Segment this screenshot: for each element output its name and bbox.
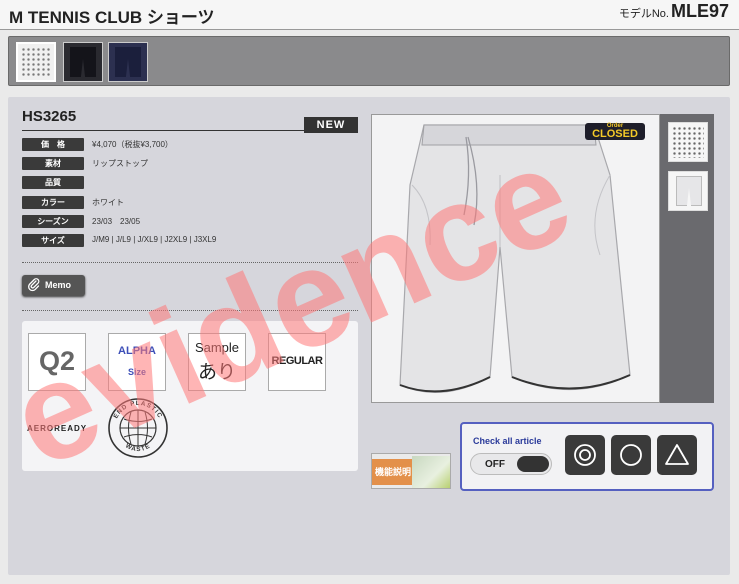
shorts-icon — [676, 176, 702, 206]
end-plastic-waste-icon: END PLASTIC WASTE — [107, 397, 169, 459]
model-number-value: MLE97 — [670, 1, 729, 21]
function-description-button[interactable]: 機能説明 — [371, 453, 451, 489]
closed-label: CLOSED — [592, 128, 638, 140]
shorts-image — [399, 124, 631, 393]
spec-label: カラー — [22, 196, 84, 209]
spec-value: リップストップ — [92, 159, 148, 168]
toggle-state: OFF — [485, 459, 505, 470]
check-all-article-panel: Check all article OFF — [460, 422, 714, 491]
circle-icon — [620, 444, 642, 466]
aeroready-logo: AEROREADY — [27, 424, 88, 433]
white-dots-swatch[interactable] — [16, 42, 56, 82]
dots-pattern-icon — [21, 47, 51, 77]
regular-label: REGULAR — [271, 355, 323, 367]
order-closed-badge: Order CLOSED — [585, 123, 645, 140]
page-title: M TENNIS CLUB ショーツ — [9, 8, 215, 27]
circle-button[interactable] — [611, 435, 651, 475]
paperclip-icon — [28, 278, 40, 295]
spec-value: 23/03 23/05 — [92, 217, 141, 226]
memo-button[interactable]: Memo — [22, 275, 85, 296]
size-label: Size — [127, 367, 146, 377]
shorts-icon — [115, 47, 141, 77]
model-label: モデルNo. — [618, 8, 669, 20]
q2-label: Q2 — [38, 346, 76, 376]
thumbnail-shorts[interactable] — [668, 171, 708, 211]
triangle-button[interactable] — [657, 435, 697, 475]
product-code: HS3265 — [22, 108, 77, 125]
spec-value: J/M9 | J/L9 | J/XL9 | J2XL9 | J3XL9 — [92, 235, 217, 244]
available-label: あり — [197, 362, 236, 383]
divider — [22, 262, 358, 263]
regular-fit-icon: REGULAR — [268, 333, 326, 391]
spec-value: ¥4,070（税抜¥3,700） — [92, 140, 173, 149]
black-swatch[interactable] — [63, 42, 103, 82]
thumbnail-pattern[interactable] — [668, 122, 708, 162]
title-bar: M TENNIS CLUB ショーツ モデルNo. MLE97 — [0, 0, 739, 30]
spec-label: 素材 — [22, 157, 84, 170]
navy-swatch[interactable] — [108, 42, 148, 82]
model-number: モデルNo. MLE97 — [619, 1, 729, 22]
function-label: 機能説明 — [372, 459, 414, 485]
double-circle-button[interactable] — [565, 435, 605, 475]
new-badge: NEW — [304, 117, 358, 133]
check-all-toggle[interactable]: OFF — [470, 453, 552, 475]
sample-available-icon: Sample あり — [188, 333, 246, 391]
q2-icon: Q2 — [28, 333, 86, 391]
divider — [22, 310, 358, 311]
alpha-label: ALPHA — [118, 345, 156, 357]
alpha-size-icon: ALPHA Size — [108, 333, 166, 391]
double-circle-icon — [574, 444, 596, 466]
product-image[interactable] — [371, 114, 660, 403]
spec-value: ホワイト — [92, 198, 124, 207]
memo-label: Memo — [45, 280, 72, 290]
toggle-knob — [517, 456, 549, 472]
spec-label: 価 格 — [22, 138, 84, 151]
sample-label: Sample — [194, 340, 240, 355]
shorts-icon — [70, 47, 96, 77]
function-thumbnail — [412, 456, 450, 488]
spec-label: 品質 — [22, 176, 84, 189]
spec-label: サイズ — [22, 234, 84, 247]
triangle-icon — [665, 444, 689, 465]
check-all-title: Check all article — [473, 436, 542, 446]
color-swatch-bar — [8, 36, 730, 86]
dots-pattern-icon — [672, 126, 704, 158]
spec-label: シーズン — [22, 215, 84, 228]
